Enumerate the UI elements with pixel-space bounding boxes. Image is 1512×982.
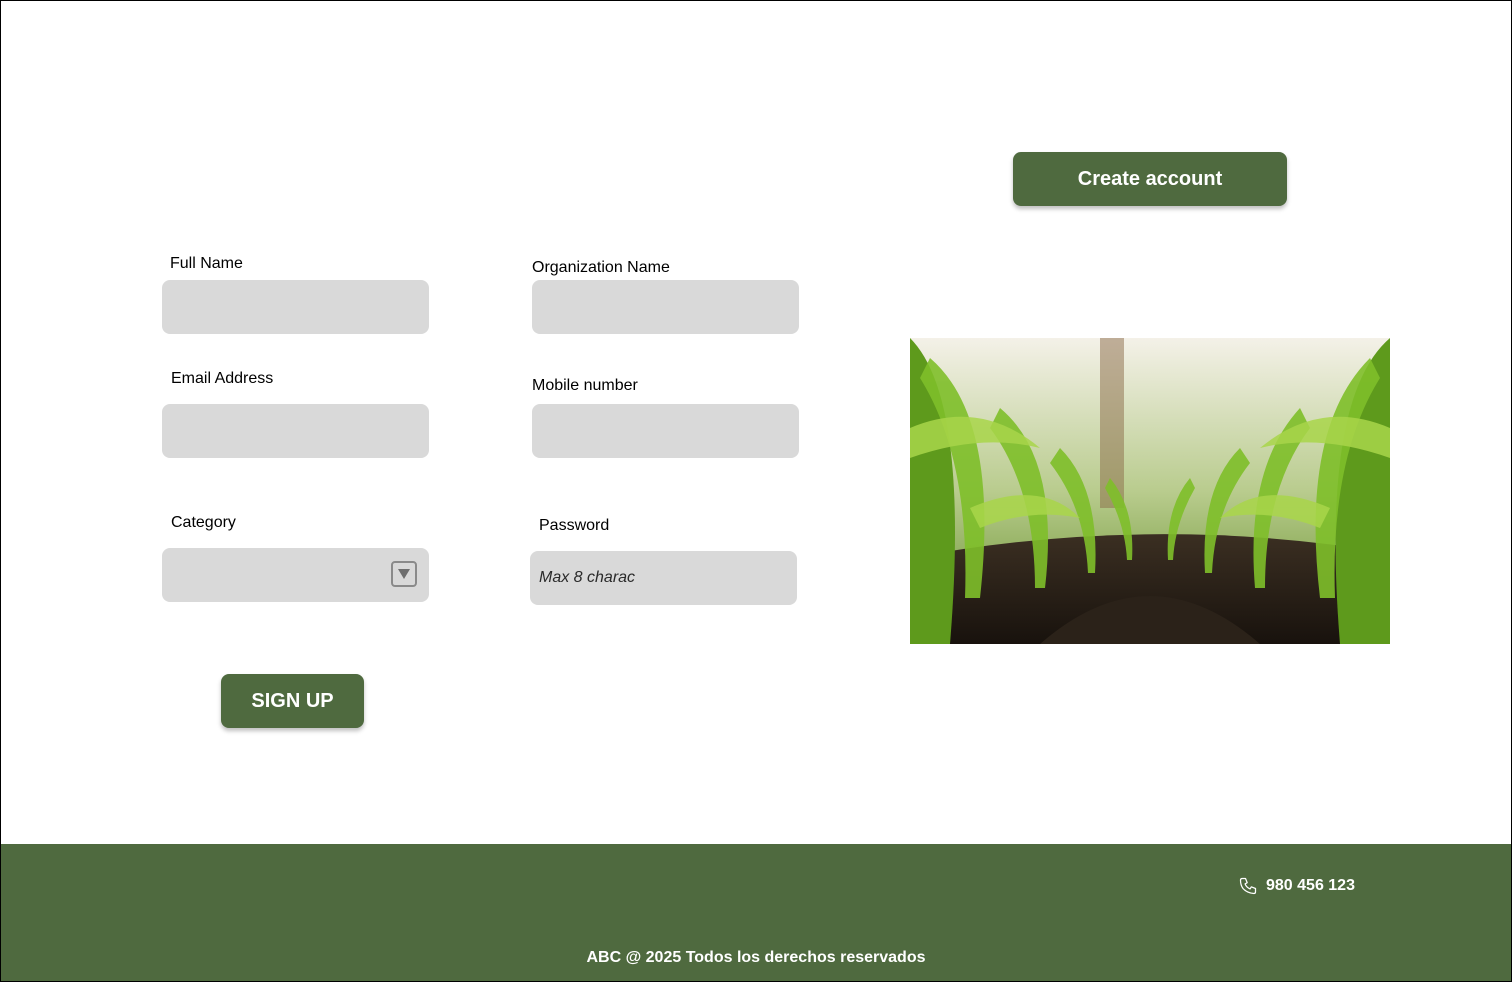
- footer-phone[interactable]: 980 456 123: [1238, 876, 1355, 896]
- password-field[interactable]: [530, 551, 797, 605]
- footer: 980 456 123 ABC @ 2025 Todos los derecho…: [1, 844, 1511, 981]
- mobile-input[interactable]: [532, 404, 799, 458]
- page-frame: Create account Full Name Organization Na…: [0, 0, 1512, 982]
- full-name-field[interactable]: [162, 280, 429, 334]
- organization-name-label: Organization Name: [532, 259, 670, 276]
- phone-number: 980 456 123: [1266, 877, 1355, 894]
- category-label: Category: [171, 514, 236, 531]
- mobile-field[interactable]: [532, 404, 799, 458]
- full-name-label: Full Name: [170, 255, 243, 272]
- phone-icon: [1238, 876, 1258, 896]
- category-select[interactable]: [162, 548, 429, 602]
- password-label: Password: [539, 517, 610, 534]
- email-field[interactable]: [162, 404, 429, 458]
- full-name-input[interactable]: [162, 280, 429, 334]
- copyright-text: ABC @ 2025 Todos los derechos reservados: [586, 949, 926, 966]
- caret-down-icon[interactable]: [391, 561, 417, 587]
- create-account-button[interactable]: Create account: [1013, 152, 1287, 206]
- organization-name-input[interactable]: [532, 280, 799, 334]
- sign-up-button[interactable]: SIGN UP: [221, 674, 364, 728]
- password-input[interactable]: [530, 551, 797, 605]
- organization-name-field[interactable]: [532, 280, 799, 334]
- email-input[interactable]: [162, 404, 429, 458]
- mobile-label: Mobile number: [532, 377, 638, 394]
- email-label: Email Address: [171, 370, 274, 387]
- corn-field-image: [910, 338, 1390, 644]
